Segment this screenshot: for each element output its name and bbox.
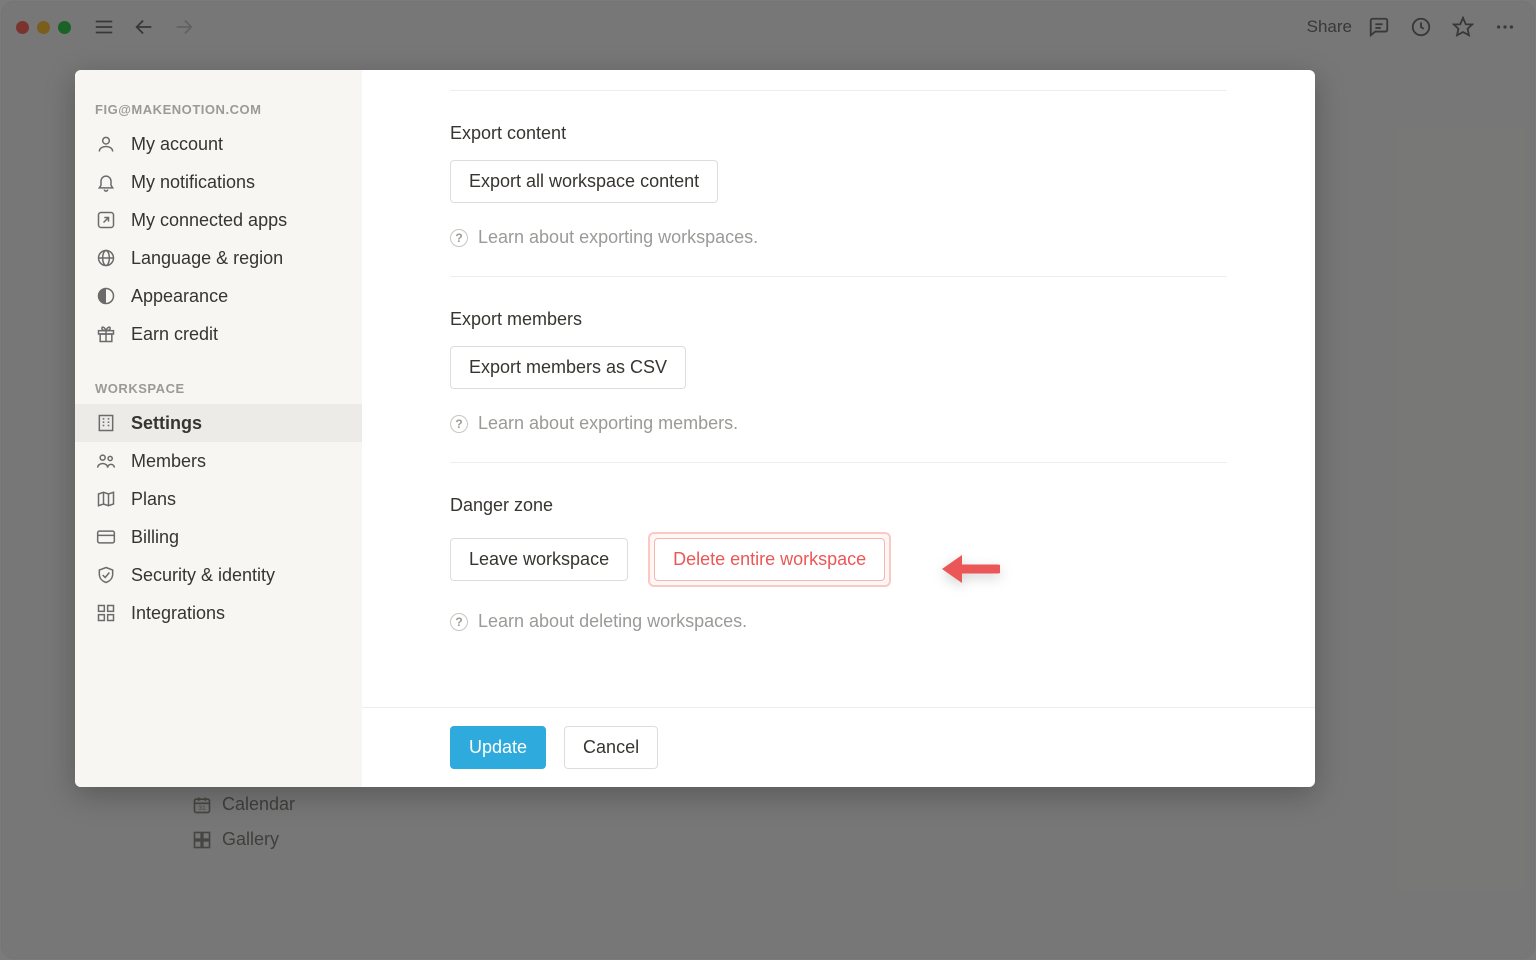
sidebar-item-label: My account: [131, 134, 223, 155]
cancel-button[interactable]: Cancel: [564, 726, 658, 769]
sidebar-item-language[interactable]: Language & region: [75, 239, 362, 277]
sidebar-item-label: Billing: [131, 527, 179, 548]
sidebar-item-billing[interactable]: Billing: [75, 518, 362, 556]
globe-icon: [95, 247, 117, 269]
sidebar-item-label: Plans: [131, 489, 176, 510]
settings-modal: FIG@MAKENOTION.COM My account My notific…: [75, 70, 1315, 787]
sidebar-item-label: Language & region: [131, 248, 283, 269]
grid-icon: [95, 602, 117, 624]
map-icon: [95, 488, 117, 510]
section-title: Export content: [450, 123, 1227, 144]
sidebar-item-plans[interactable]: Plans: [75, 480, 362, 518]
section-title: Export members: [450, 309, 1227, 330]
delete-workspace-button[interactable]: Delete entire workspace: [654, 538, 885, 581]
leave-workspace-button[interactable]: Leave workspace: [450, 538, 628, 581]
people-icon: [95, 450, 117, 472]
update-button[interactable]: Update: [450, 726, 546, 769]
export-content-section: Export content Export all workspace cont…: [450, 91, 1227, 276]
account-header: FIG@MAKENOTION.COM: [75, 92, 362, 125]
annotation-arrow-icon: [940, 545, 1000, 598]
export-members-section: Export members Export members as CSV ? L…: [450, 276, 1227, 462]
help-icon: ?: [450, 229, 468, 247]
delete-highlight: Delete entire workspace: [648, 532, 891, 587]
sidebar-item-label: Members: [131, 451, 206, 472]
help-icon: ?: [450, 613, 468, 631]
sidebar-item-security[interactable]: Security & identity: [75, 556, 362, 594]
hint-text: Learn about deleting workspaces.: [478, 611, 747, 632]
settings-sidebar: FIG@MAKENOTION.COM My account My notific…: [75, 70, 362, 787]
hint-text: Learn about exporting workspaces.: [478, 227, 758, 248]
sidebar-item-members[interactable]: Members: [75, 442, 362, 480]
building-icon: [95, 412, 117, 434]
danger-zone-section: Danger zone Leave workspace Delete entir…: [450, 462, 1227, 660]
sidebar-item-label: Earn credit: [131, 324, 218, 345]
sidebar-item-label: My notifications: [131, 172, 255, 193]
credit-card-icon: [95, 526, 117, 548]
moon-icon: [95, 285, 117, 307]
sidebar-item-label: Security & identity: [131, 565, 275, 586]
export-content-hint[interactable]: ? Learn about exporting workspaces.: [450, 227, 1227, 248]
sidebar-item-connected-apps[interactable]: My connected apps: [75, 201, 362, 239]
sidebar-item-integrations[interactable]: Integrations: [75, 594, 362, 632]
sidebar-item-notifications[interactable]: My notifications: [75, 163, 362, 201]
shield-icon: [95, 564, 117, 586]
settings-footer: Update Cancel: [362, 707, 1315, 787]
export-all-content-button[interactable]: Export all workspace content: [450, 160, 718, 203]
workspace-header: WORKSPACE: [75, 371, 362, 404]
arrow-out-icon: [95, 209, 117, 231]
gift-icon: [95, 323, 117, 345]
settings-main: Export content Export all workspace cont…: [362, 70, 1315, 787]
sidebar-item-my-account[interactable]: My account: [75, 125, 362, 163]
sidebar-item-earn-credit[interactable]: Earn credit: [75, 315, 362, 353]
sidebar-item-label: Integrations: [131, 603, 225, 624]
help-icon: ?: [450, 415, 468, 433]
sidebar-item-label: Settings: [131, 413, 202, 434]
person-icon: [95, 133, 117, 155]
sidebar-item-appearance[interactable]: Appearance: [75, 277, 362, 315]
sidebar-item-label: My connected apps: [131, 210, 287, 231]
delete-hint[interactable]: ? Learn about deleting workspaces.: [450, 611, 1227, 632]
section-title: Danger zone: [450, 495, 1227, 516]
hint-text: Learn about exporting members.: [478, 413, 738, 434]
export-members-hint[interactable]: ? Learn about exporting members.: [450, 413, 1227, 434]
sidebar-item-settings[interactable]: Settings: [75, 404, 362, 442]
sidebar-item-label: Appearance: [131, 286, 228, 307]
bell-icon: [95, 171, 117, 193]
export-members-csv-button[interactable]: Export members as CSV: [450, 346, 686, 389]
